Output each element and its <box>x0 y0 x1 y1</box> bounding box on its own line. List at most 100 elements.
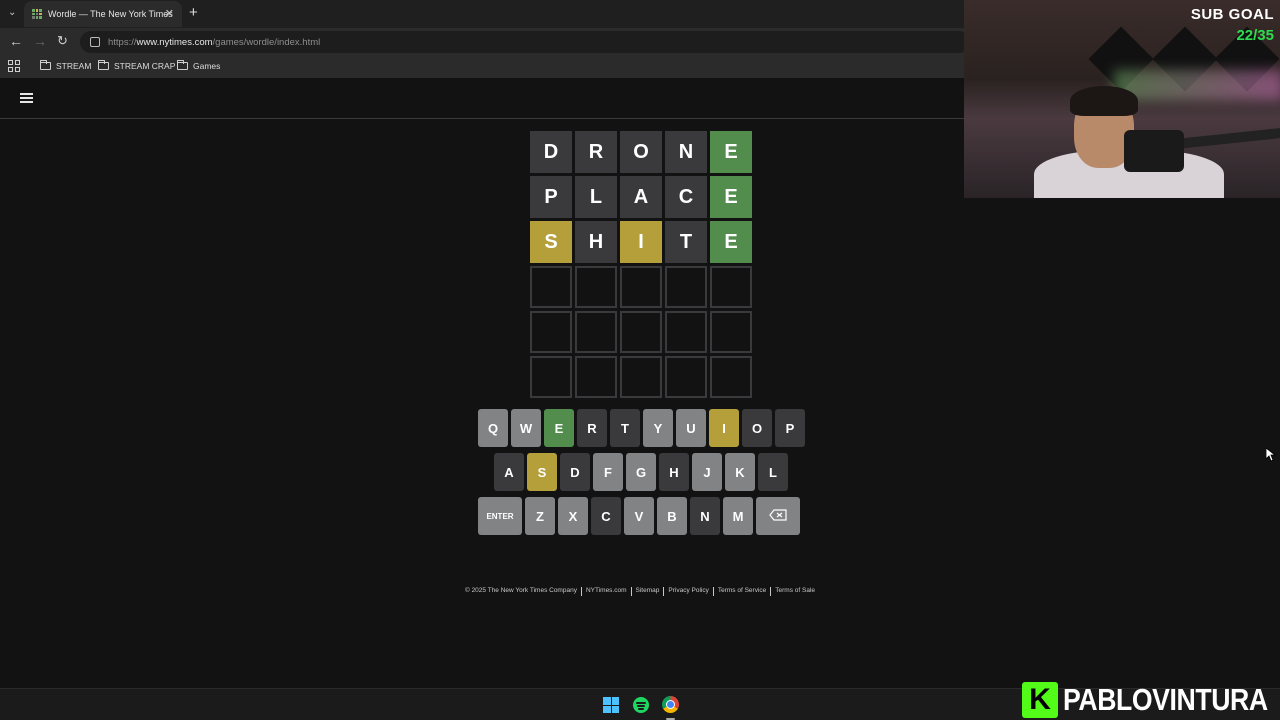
key-s[interactable]: S <box>527 453 557 491</box>
streamer-hair <box>1070 86 1138 116</box>
key-z[interactable]: Z <box>525 497 555 535</box>
key-g[interactable]: G <box>626 453 656 491</box>
menu-icon[interactable] <box>20 93 33 103</box>
board-tile <box>575 266 617 308</box>
board-tile: E <box>710 221 752 263</box>
bookmark-folder-stream[interactable]: STREAM <box>40 60 91 71</box>
board-tile <box>665 356 707 398</box>
chrome-icon[interactable] <box>662 696 679 713</box>
page-footer: © 2025 The New York Times Company NYTimes… <box>0 587 1280 596</box>
board-tile <box>530 356 572 398</box>
tab-bar: ⌄ Wordle — The New York Times ✕ + <box>0 0 964 28</box>
board-tile <box>665 266 707 308</box>
spotify-icon[interactable] <box>633 697 649 713</box>
bookmark-folder-games[interactable]: Games <box>177 60 220 71</box>
board-tile <box>575 356 617 398</box>
new-tab-icon[interactable]: + <box>189 4 198 21</box>
kick-logo-icon: K <box>1022 682 1058 718</box>
address-bar[interactable]: https://www.nytimes.com/games/wordle/ind… <box>80 31 970 53</box>
sub-goal-label: SUB GOAL <box>1190 6 1274 23</box>
enter-key[interactable]: ENTER <box>478 497 522 535</box>
board-tile <box>710 311 752 353</box>
board-tile: L <box>575 176 617 218</box>
key-b[interactable]: B <box>657 497 687 535</box>
footer-separator <box>770 587 772 596</box>
key-a[interactable]: A <box>494 453 524 491</box>
board-tile: R <box>575 131 617 173</box>
site-info-icon[interactable] <box>90 37 100 47</box>
led-light-strip <box>1114 70 1280 100</box>
board-tile: O <box>620 131 662 173</box>
bookmark-folder-stream-crap[interactable]: STREAM CRAP <box>98 60 175 71</box>
key-y[interactable]: Y <box>643 409 673 447</box>
key-i[interactable]: I <box>709 409 739 447</box>
key-t[interactable]: T <box>610 409 640 447</box>
footer-link[interactable]: Terms of Service <box>718 587 766 596</box>
key-m[interactable]: M <box>723 497 753 535</box>
sub-goal-count: 22/35 <box>1236 27 1274 44</box>
key-u[interactable]: U <box>676 409 706 447</box>
key-v[interactable]: V <box>624 497 654 535</box>
active-tab[interactable]: Wordle — The New York Times ✕ <box>24 1 182 27</box>
board-tile <box>620 266 662 308</box>
tab-list-chevron-icon[interactable]: ⌄ <box>8 7 16 18</box>
board-tile: I <box>620 221 662 263</box>
forward-icon[interactable]: → <box>33 33 47 49</box>
apps-grid-icon[interactable] <box>8 60 20 72</box>
microphone <box>1124 130 1184 172</box>
board-tile <box>710 356 752 398</box>
key-l[interactable]: L <box>758 453 788 491</box>
board-tile <box>620 311 662 353</box>
footer-link[interactable]: Terms of Sale <box>775 587 815 596</box>
board-tile <box>620 356 662 398</box>
footer-link[interactable]: NYTimes.com <box>586 587 627 596</box>
footer-link[interactable]: Privacy Policy <box>668 587 708 596</box>
backspace-icon <box>769 508 787 524</box>
url-host: www.nytimes.com <box>136 36 213 48</box>
bookmarks-bar: STREAM STREAM CRAP Games <box>0 56 964 78</box>
key-f[interactable]: F <box>593 453 623 491</box>
folder-icon <box>98 60 109 70</box>
url-protocol: https:// <box>108 36 137 48</box>
footer-separator <box>663 587 665 596</box>
board-tile: E <box>710 176 752 218</box>
key-c[interactable]: C <box>591 497 621 535</box>
browser-toolbar: ← → ↻ https://www.nytimes.com/games/word… <box>0 28 970 56</box>
key-r[interactable]: R <box>577 409 607 447</box>
key-w[interactable]: W <box>511 409 541 447</box>
board-tile <box>710 266 752 308</box>
board-tile: N <box>665 131 707 173</box>
key-j[interactable]: J <box>692 453 722 491</box>
url-path: /games/wordle/index.html <box>212 36 321 48</box>
tab-title: Wordle — The New York Times <box>48 9 173 19</box>
key-p[interactable]: P <box>775 409 805 447</box>
key-e[interactable]: E <box>544 409 574 447</box>
key-d[interactable]: D <box>560 453 590 491</box>
board-tile <box>530 266 572 308</box>
key-h[interactable]: H <box>659 453 689 491</box>
key-k[interactable]: K <box>725 453 755 491</box>
reload-icon[interactable]: ↻ <box>57 33 68 49</box>
key-x[interactable]: X <box>558 497 588 535</box>
key-o[interactable]: O <box>742 409 772 447</box>
close-tab-icon[interactable]: ✕ <box>165 7 174 20</box>
board-tile <box>665 311 707 353</box>
wordle-favicon-icon <box>32 9 42 19</box>
key-q[interactable]: Q <box>478 409 508 447</box>
board-tile <box>575 311 617 353</box>
streamer-name: PABLOVINTURA <box>1063 682 1268 717</box>
back-icon[interactable]: ← <box>9 33 23 49</box>
streamer-brand: K PABLOVINTURA <box>1022 682 1280 718</box>
footer-link[interactable]: Sitemap <box>636 587 660 596</box>
key-n[interactable]: N <box>690 497 720 535</box>
page-background <box>964 198 1280 688</box>
game-header <box>0 78 964 119</box>
footer-separator <box>630 587 632 596</box>
backspace-key[interactable] <box>756 497 800 535</box>
wordle-page <box>0 78 964 688</box>
board-tile: D <box>530 131 572 173</box>
board-tile: S <box>530 221 572 263</box>
footer-separator <box>580 587 582 596</box>
windows-start-icon[interactable] <box>603 697 619 713</box>
board-tile: P <box>530 176 572 218</box>
